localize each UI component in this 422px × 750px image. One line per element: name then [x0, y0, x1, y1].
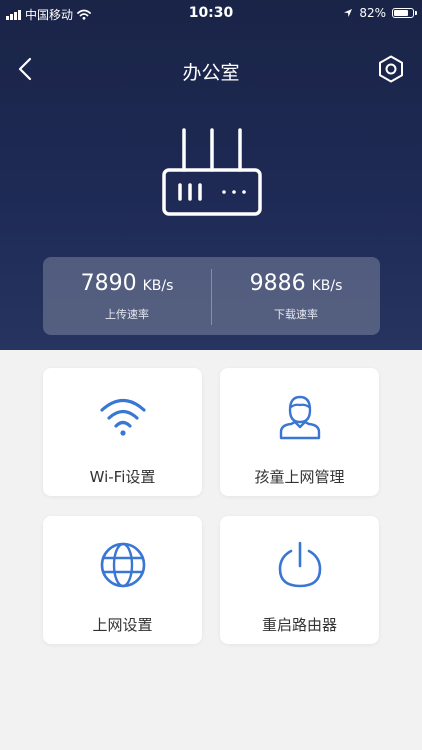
upload-speed-value: 7890 [80, 271, 137, 296]
child-user-icon [279, 395, 320, 440]
settings-button[interactable] [376, 54, 406, 84]
speed-panel: 7890 KB/s 上传速率 9886 KB/s 下载速率 [43, 257, 380, 335]
power-icon [278, 541, 321, 588]
upload-speed-unit: KB/s [142, 278, 174, 294]
location-arrow-icon [344, 9, 353, 17]
status-bar: 中国移动 10:30 82% [0, 0, 422, 28]
download-speed-unit: KB/s [311, 278, 343, 294]
wifi-settings-card[interactable]: Wi-Fi设置 [43, 368, 202, 496]
child-internet-management-label: 孩童上网管理 [254, 468, 345, 486]
child-internet-management-card[interactable]: 孩童上网管理 [220, 368, 379, 496]
restart-router-label: 重启路由器 [261, 616, 337, 634]
globe-icon [100, 542, 145, 588]
internet-settings-card[interactable]: 上网设置 [43, 516, 202, 644]
download-speed: 9886 KB/s 下载速率 [212, 257, 380, 335]
hexagon-settings-icon [379, 55, 403, 83]
wifi-icon [99, 398, 146, 436]
page-title: 办公室 [182, 62, 240, 84]
status-right: 82% [343, 6, 417, 20]
restart-router-card[interactable]: 重启路由器 [220, 516, 379, 644]
upload-speed-value-row: 7890 KB/s [43, 271, 211, 296]
battery-percent: 82% [359, 6, 386, 20]
internet-settings-label: 上网设置 [92, 616, 153, 634]
upload-speed-label: 上传速率 [105, 308, 149, 321]
download-speed-label: 下载速率 [274, 308, 318, 321]
router-icon [162, 128, 262, 216]
download-speed-value: 9886 [249, 271, 306, 296]
battery-icon [392, 8, 417, 18]
upload-speed: 7890 KB/s 上传速率 [43, 257, 211, 335]
wifi-settings-label: Wi-Fi设置 [89, 468, 156, 486]
download-speed-value-row: 9886 KB/s [212, 271, 380, 296]
battery-fill [394, 10, 409, 16]
